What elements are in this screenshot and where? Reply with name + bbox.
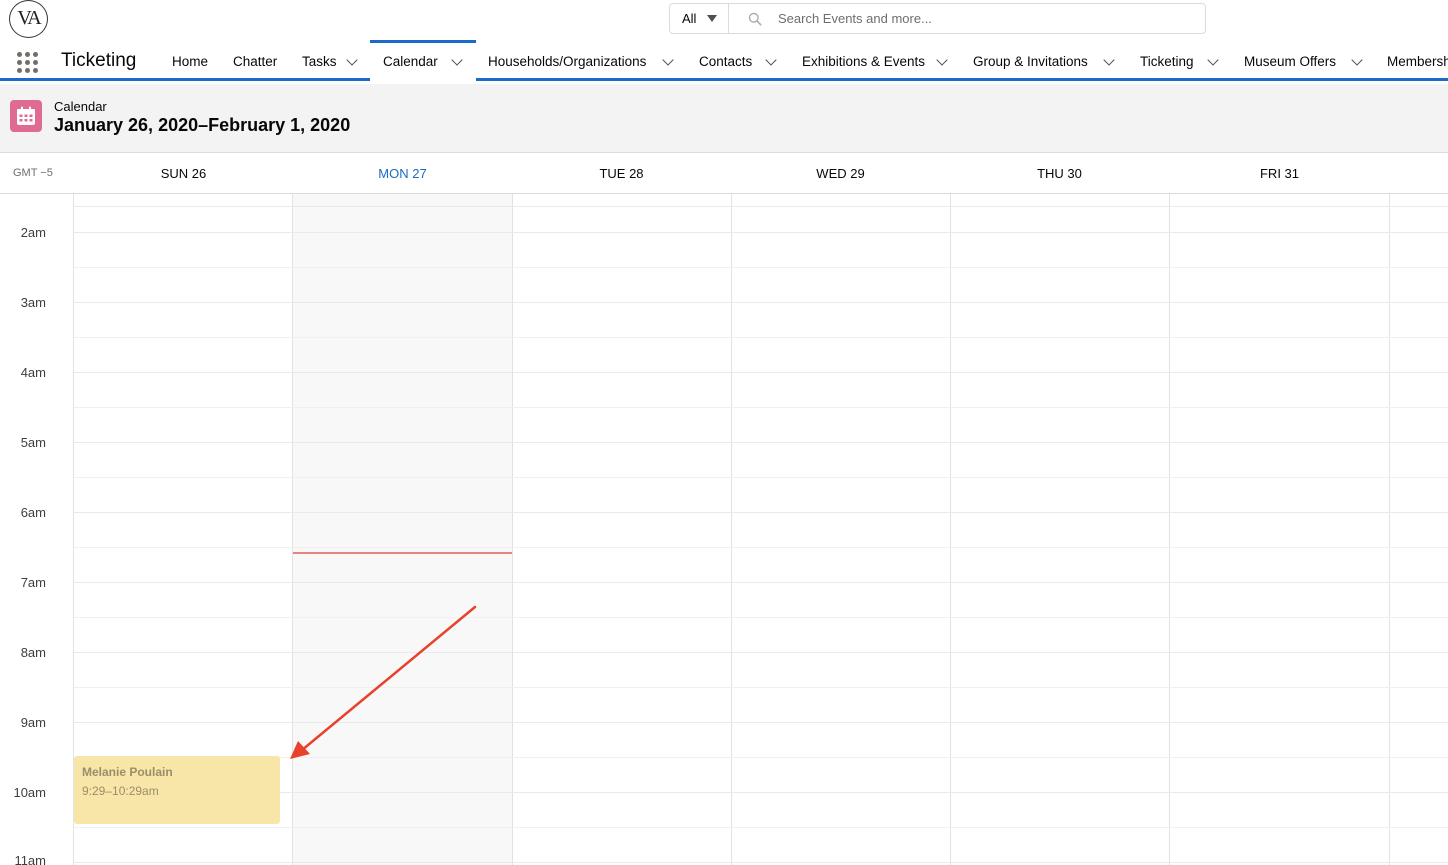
- day-header-thu[interactable]: THU 30: [950, 166, 1169, 181]
- chevron-down-icon[interactable]: [765, 54, 777, 66]
- nav-item-label: Group & Invitations: [973, 54, 1088, 69]
- nav-item-label: Calendar: [383, 54, 438, 69]
- nav-item-chatter[interactable]: Chatter: [233, 40, 277, 81]
- chevron-down-icon[interactable]: [346, 54, 358, 66]
- nav-item-label: Exhibitions & Events: [802, 54, 926, 69]
- nav-item-home[interactable]: Home: [172, 40, 208, 81]
- day-header-fri[interactable]: FRI 31: [1170, 166, 1389, 181]
- search-input[interactable]: [778, 4, 1198, 33]
- global-search: All: [669, 3, 1206, 34]
- nav-item-label: Museum Offers: [1244, 54, 1337, 69]
- calendar-icon: [10, 100, 42, 132]
- caret-down-icon: [707, 15, 717, 22]
- nav-item-calendar[interactable]: Calendar: [370, 40, 476, 81]
- nav-item-label: Contacts: [699, 54, 753, 69]
- nav-item-households-organizations[interactable]: Households/Organizations: [488, 40, 678, 81]
- search-scope-dropdown[interactable]: All: [670, 4, 729, 33]
- nav-item-label: Home: [172, 54, 209, 69]
- page-title: January 26, 2020–February 1, 2020: [54, 115, 351, 135]
- nav-item-label: Households/Organizations: [488, 54, 647, 69]
- nav-item-museum-offers[interactable]: Museum Offers: [1244, 40, 1366, 81]
- nav-item-label: Ticketing: [1140, 54, 1194, 69]
- day-header-mon[interactable]: MON 27: [293, 166, 512, 181]
- nav-item-tasks[interactable]: Tasks: [302, 40, 362, 81]
- chevron-down-icon[interactable]: [1207, 54, 1219, 66]
- nav-item-memberships[interactable]: Membersh: [1387, 40, 1448, 81]
- chevron-down-icon[interactable]: [451, 54, 463, 66]
- day-header-row: GMT −5 SUN 26 MON 27 TUE 28 WED 29 THU 3…: [0, 153, 1448, 194]
- search-scope-label: All: [682, 11, 697, 26]
- nav-bar: Ticketing Home Chatter Tasks Calendar Ho…: [0, 40, 1448, 81]
- nav-item-exhibitions-events[interactable]: Exhibitions & Events: [802, 40, 952, 81]
- timezone-label: GMT −5: [13, 167, 53, 179]
- nav-item-label: Tasks: [302, 54, 337, 69]
- day-header-wed[interactable]: WED 29: [731, 166, 950, 181]
- app-name: Ticketing: [61, 50, 137, 71]
- search-icon: [748, 12, 762, 26]
- top-bar: VA All: [0, 0, 1448, 40]
- nav-item-contacts[interactable]: Contacts: [699, 40, 779, 81]
- calendar-grid[interactable]: 2am 3am 4am 5am 6am 7am 8am 9am 10am 11a…: [0, 194, 1448, 865]
- org-logo[interactable]: VA: [9, 0, 48, 38]
- nav-item-label: Membersh: [1387, 54, 1448, 69]
- app-launcher-icon[interactable]: [17, 52, 39, 74]
- nav-item-label: Chatter: [233, 54, 278, 69]
- day-header-tue[interactable]: TUE 28: [512, 166, 731, 181]
- page-header: Calendar January 26, 2020–February 1, 20…: [0, 84, 1448, 153]
- nav-item-group-invitations[interactable]: Group & Invitations: [973, 40, 1119, 81]
- chevron-down-icon[interactable]: [1351, 54, 1363, 66]
- chevron-down-icon[interactable]: [936, 54, 948, 66]
- chevron-down-icon[interactable]: [662, 54, 674, 66]
- nav-item-ticketing[interactable]: Ticketing: [1140, 40, 1222, 81]
- day-header-sun[interactable]: SUN 26: [74, 166, 293, 181]
- annotation-arrow-icon: [290, 605, 477, 759]
- object-label: Calendar: [54, 99, 107, 114]
- chevron-down-icon[interactable]: [1103, 54, 1115, 66]
